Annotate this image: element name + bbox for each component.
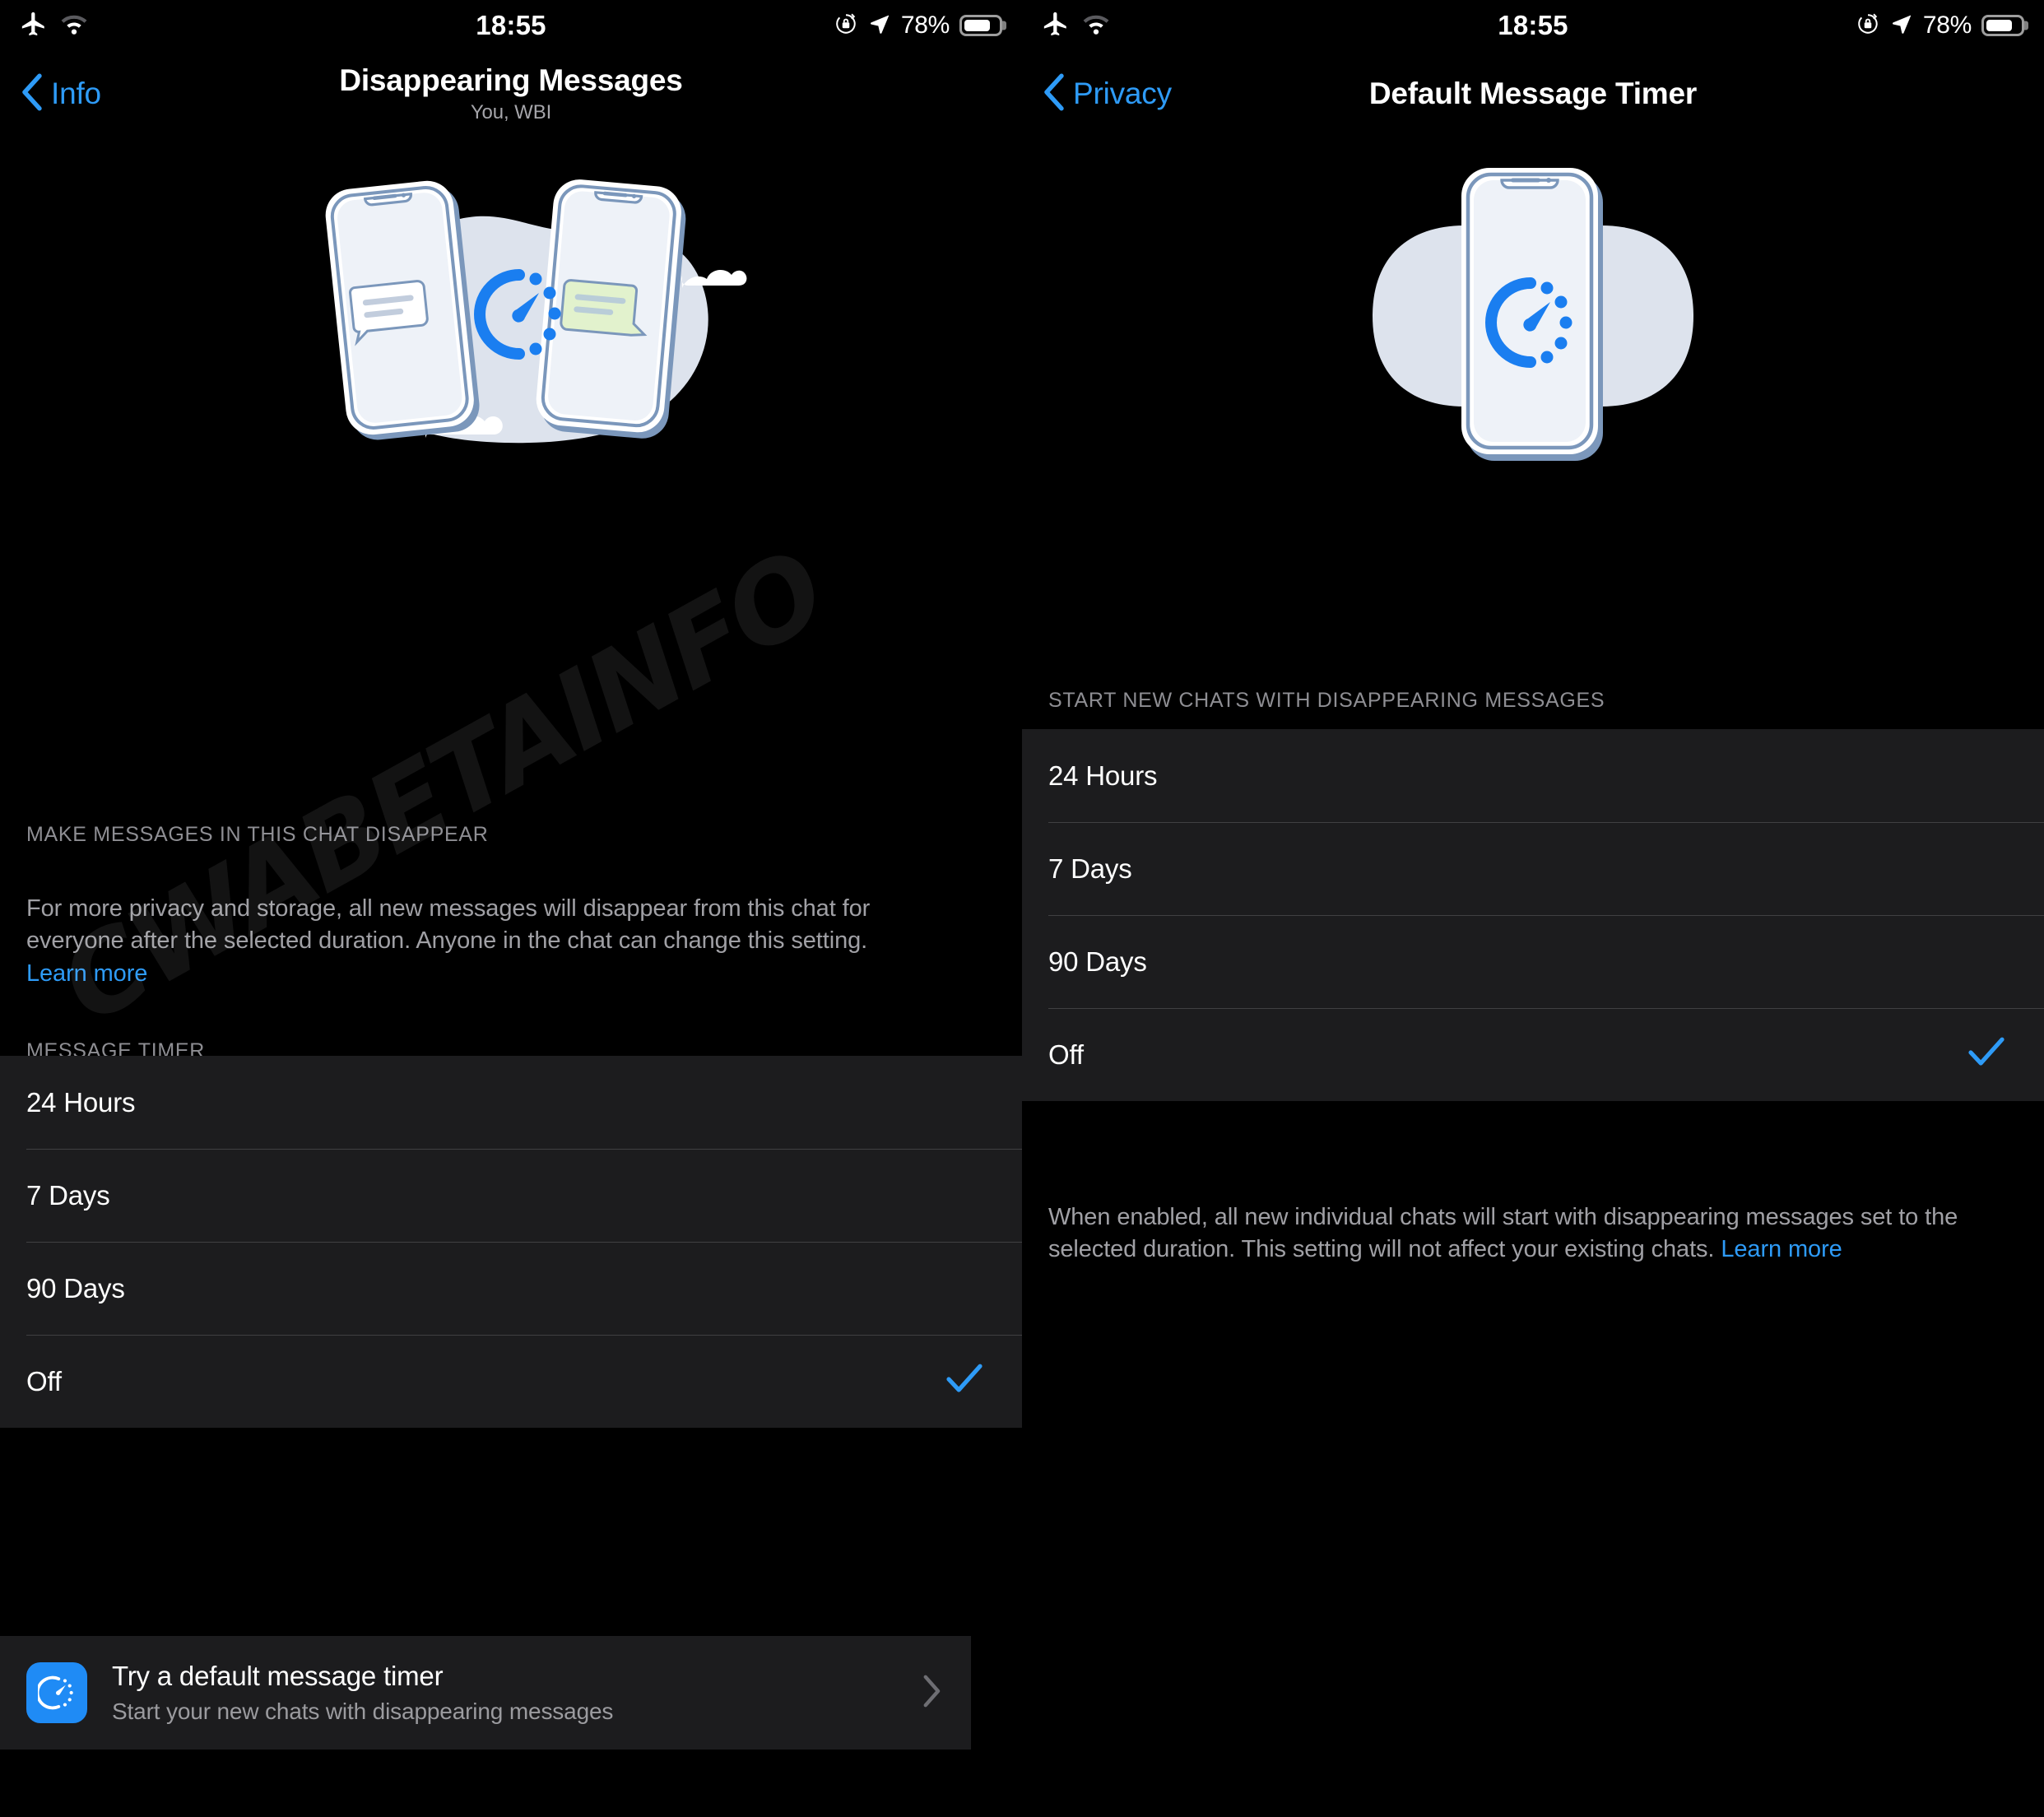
section-header: MAKE MESSAGES IN THIS CHAT DISAPPEAR [26,823,489,846]
message-timer-list: 24 Hours 7 Days 90 Days Off [0,1056,1022,1428]
promo-text-block: Try a default message timer Start your n… [112,1661,899,1725]
screen-disappearing-messages: 18:55 78% Info Disappearing Messages You… [0,0,1022,1817]
default-timer-promo-card[interactable]: Try a default message timer Start your n… [0,1636,971,1750]
list-header: START NEW CHATS WITH DISAPPEARING MESSAG… [1048,689,1605,712]
option-row-7-days[interactable]: 7 Days [1022,822,2044,915]
option-label: 24 Hours [26,1086,136,1118]
default-timer-list: 24 Hours 7 Days 90 Days Off [1022,729,2044,1101]
two-phones-timer-illustration [0,145,1022,474]
status-bar-right: 78% [1856,0,2024,51]
navigation-bar: Privacy Default Message Timer [1022,51,2044,137]
rotation-lock-icon [834,12,858,40]
section-wrapper: MAKE MESSAGES IN THIS CHAT DISAPPEAR For… [0,823,1022,1063]
footer-text: When enabled, all new individual chats w… [1022,1201,1993,1266]
checkmark-icon [946,1364,983,1400]
nav-title-block: Default Message Timer [1022,51,2044,137]
page-title: Disappearing Messages [339,63,683,98]
description-text: For more privacy and storage, all new me… [0,893,930,990]
option-row-90-days[interactable]: 90 Days [0,1242,1022,1335]
location-arrow-icon [1890,12,1913,40]
dual-screenshot-container: 18:55 78% Info Disappearing Messages You… [0,0,2044,1817]
timer-icon [26,1662,87,1723]
status-bar-right: 78% [834,0,1002,51]
option-row-24-hours[interactable]: 24 Hours [1022,729,2044,822]
status-bar-clock: 18:55 [476,10,546,40]
option-label: Off [1048,1039,1084,1070]
option-label: Off [26,1365,62,1396]
option-label: 90 Days [26,1272,125,1304]
nav-title-block: Disappearing Messages You, WBI [0,51,1022,137]
option-row-90-days[interactable]: 90 Days [1022,915,2044,1008]
option-row-24-hours[interactable]: 24 Hours [0,1056,1022,1149]
battery-icon [1981,15,2024,36]
promo-subtitle: Start your new chats with disappearing m… [112,1698,614,1724]
single-phone-timer-illustration [1022,155,2044,477]
status-bar: 18:55 78% [0,0,1022,51]
option-label: 7 Days [26,1179,110,1211]
battery-percent-label: 78% [1922,12,1972,39]
screen-default-message-timer: 18:55 78% Privacy Default Message Timer … [1022,0,2044,1817]
battery-percent-label: 78% [900,12,950,39]
option-label: 7 Days [1048,853,1132,884]
status-bar: 18:55 78% [1022,0,2044,51]
option-row-off[interactable]: Off [1022,1008,2044,1101]
chevron-right-icon [923,1675,941,1712]
rotation-lock-icon [1856,12,1880,40]
option-label: 90 Days [1048,946,1147,977]
status-bar-clock: 18:55 [1498,10,1568,40]
navigation-bar: Info Disappearing Messages You, WBI [0,51,1022,137]
page-title: Default Message Timer [1368,77,1698,111]
learn-more-link[interactable]: Learn more [26,960,147,987]
learn-more-link[interactable]: Learn more [1721,1236,1842,1262]
battery-icon [959,15,1002,36]
location-arrow-icon [868,12,891,40]
promo-title: Try a default message timer [112,1661,444,1691]
page-subtitle: You, WBI [470,100,552,123]
option-row-7-days[interactable]: 7 Days [0,1149,1022,1242]
description-body: For more privacy and storage, all new me… [26,895,871,955]
option-row-off[interactable]: Off [0,1335,1022,1428]
option-label: 24 Hours [1048,760,1158,791]
checkmark-icon [1968,1037,2005,1073]
